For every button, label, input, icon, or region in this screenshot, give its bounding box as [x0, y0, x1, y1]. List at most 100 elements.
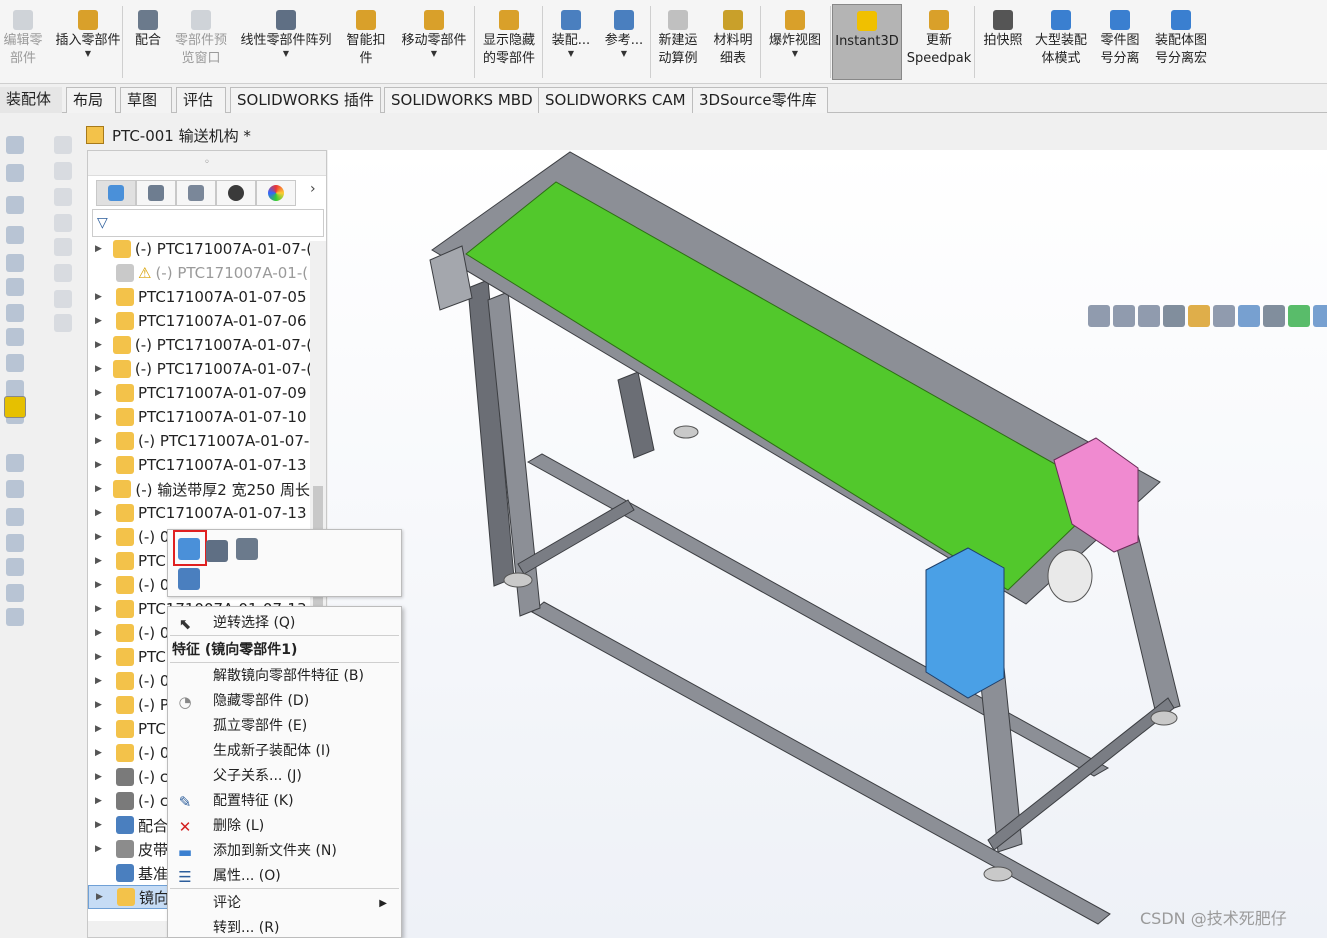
expand-arrow-icon[interactable]: ▶ — [95, 796, 105, 806]
hide-show-icon[interactable] — [1263, 305, 1285, 327]
motor-box[interactable] — [925, 547, 1005, 699]
ribbon-button-4[interactable]: 线性零部件阵列 ▼ — [236, 4, 336, 80]
expand-arrow-icon[interactable]: ▶ — [95, 388, 105, 398]
tree-row[interactable]: ▶ (-) PTC171007A-01-07-( — [88, 237, 310, 261]
expand-arrow-icon[interactable]: ▶ — [95, 508, 105, 518]
context-menu-item[interactable]: 评论 ▶ — [168, 891, 401, 916]
chevron-down-icon[interactable]: ▼ — [568, 50, 574, 58]
foot-3[interactable] — [983, 866, 1013, 882]
left-tool-icon-17[interactable] — [54, 290, 72, 308]
left-tool-icon-1[interactable] — [6, 164, 24, 182]
left-tool-icon-24[interactable] — [6, 584, 24, 602]
context-menu-item[interactable]: 转到... (R) — [168, 916, 401, 938]
mate-clip-icon[interactable] — [236, 538, 258, 560]
panel-grip[interactable]: ◦ — [88, 151, 326, 176]
display-style-icon[interactable] — [1238, 305, 1260, 327]
expand-arrow-icon[interactable]: ▶ — [95, 820, 105, 830]
edit-appearance-icon[interactable] — [1288, 305, 1310, 327]
left-tool-icon-12[interactable] — [54, 162, 72, 180]
context-menu-item[interactable]: ✎ 配置特征 (K) — [168, 789, 401, 814]
expand-arrow-icon[interactable]: ▶ — [95, 292, 105, 302]
context-menu-item[interactable]: ✕ 删除 (L) — [168, 814, 401, 839]
expand-arrow-icon[interactable]: ▶ — [95, 604, 105, 614]
tab-1[interactable]: 布局 — [66, 87, 116, 113]
zoom-area-icon[interactable] — [1113, 305, 1135, 327]
ribbon-button-13[interactable]: Instant3D — [832, 4, 902, 80]
foot-4[interactable] — [1150, 710, 1178, 726]
lower-rail-front[interactable] — [531, 601, 1111, 925]
conveyor-model[interactable] — [328, 150, 1327, 938]
tree-row[interactable]: ▶ PTC171007A-01-07-09 — [88, 381, 310, 405]
ribbon-button-7[interactable]: 显示隐藏 的零部件 — [476, 4, 542, 80]
ribbon-button-15[interactable]: 拍快照 — [978, 4, 1028, 80]
panel-more-chevron-icon[interactable]: › — [310, 181, 316, 197]
context-menu-item[interactable]: ⬉ 逆转选择 (Q) — [168, 611, 401, 636]
expand-arrow-icon[interactable]: ▶ — [95, 364, 102, 374]
ribbon-button-16[interactable]: 大型装配 体模式 — [1030, 4, 1092, 80]
foot-2[interactable] — [673, 425, 699, 439]
tree-row[interactable]: ▶ PTC171007A-01-07-13 — [88, 501, 310, 525]
left-tool-icon-13[interactable] — [54, 188, 72, 206]
left-tool-icon-18[interactable] — [54, 314, 72, 332]
ribbon-button-0[interactable]: 编辑零 部件 — [0, 4, 46, 80]
context-menu-item[interactable]: ▬ 添加到新文件夹 (N) — [168, 839, 401, 864]
ribbon-button-9[interactable]: 参考... ▼ — [600, 4, 648, 80]
ribbon-button-5[interactable]: 智能扣 件 — [340, 4, 392, 80]
tab-3[interactable]: 评估 — [176, 87, 226, 113]
ribbon-button-6[interactable]: 移动零部件 ▼ — [394, 4, 474, 80]
tab-6[interactable]: SOLIDWORKS CAM — [538, 87, 693, 113]
expand-arrow-icon[interactable]: ▶ — [95, 844, 105, 854]
graphics-viewport[interactable] — [328, 150, 1327, 938]
left-tool-icon-0[interactable] — [6, 136, 24, 154]
left-tool-icon-21[interactable] — [6, 508, 24, 526]
left-tool-icon-20[interactable] — [6, 480, 24, 498]
tab-5[interactable]: SOLIDWORKS MBD — [384, 87, 540, 113]
context-menu-item[interactable]: 生成新子装配体 (I) — [168, 739, 401, 764]
expand-arrow-icon[interactable]: ▶ — [95, 340, 102, 350]
expand-arrow-icon[interactable]: ▶ — [95, 436, 105, 446]
expand-arrow-icon[interactable]: ▶ — [95, 484, 102, 494]
tab-feature-manager[interactable] — [96, 180, 136, 206]
section-view-icon[interactable] — [1163, 305, 1185, 327]
expand-arrow-icon[interactable]: ▶ — [95, 580, 105, 590]
tab-display-manager[interactable] — [256, 180, 296, 206]
chevron-down-icon[interactable]: ▼ — [431, 50, 437, 58]
frame-leg-back-mid[interactable] — [617, 371, 655, 459]
dynamic-annotation-icon[interactable] — [1188, 305, 1210, 327]
rebuild-order-icon[interactable] — [206, 540, 228, 562]
ribbon-button-18[interactable]: 装配体图 号分离宏 — [1148, 4, 1214, 80]
tab-dimxpert-manager[interactable] — [216, 180, 256, 206]
left-tool-icon-6[interactable] — [6, 304, 24, 322]
instant3d-side-icon[interactable] — [4, 396, 26, 418]
left-tool-icon-3[interactable] — [6, 226, 24, 244]
tab-property-manager[interactable] — [136, 180, 176, 206]
expand-arrow-icon[interactable]: ▶ — [95, 772, 105, 782]
expand-arrow-icon[interactable]: ▶ — [95, 532, 105, 542]
ribbon-button-11[interactable]: 材料明 细表 — [706, 4, 760, 80]
expand-arrow-icon[interactable]: ▶ — [95, 724, 105, 734]
tree-row[interactable]: ⚠ (-) PTC171007A-01-( — [88, 261, 310, 285]
context-menu-item[interactable]: 解散镜向零部件特征 (B) — [168, 664, 401, 689]
conveyor-belt[interactable] — [465, 181, 1109, 591]
ribbon-button-12[interactable]: 爆炸视图 ▼ — [762, 4, 828, 80]
expand-arrow-icon[interactable]: ▶ — [95, 628, 105, 638]
ribbon-button-17[interactable]: 零件图 号分离 — [1094, 4, 1146, 80]
cross-beam-left[interactable] — [517, 499, 635, 575]
tree-row[interactable]: ▶ PTC171007A-01-07-05 — [88, 285, 310, 309]
expand-arrow-icon[interactable]: ▶ — [95, 748, 105, 758]
left-tool-icon-15[interactable] — [54, 238, 72, 256]
left-tool-icon-22[interactable] — [6, 534, 24, 552]
ribbon-button-10[interactable]: 新建运 动算例 — [652, 4, 704, 80]
chevron-down-icon[interactable]: ▼ — [792, 50, 798, 58]
tree-row[interactable]: ▶ (-) PTC171007A-01-07-( — [88, 357, 310, 381]
expand-arrow-icon[interactable]: ▶ — [95, 556, 105, 566]
tree-filter[interactable]: ▽ — [92, 209, 324, 237]
left-tool-icon-5[interactable] — [6, 278, 24, 296]
tab-7[interactable]: 3DSource零件库 — [692, 87, 828, 113]
tab-4[interactable]: SOLIDWORKS 插件 — [230, 87, 381, 113]
expand-arrow-icon[interactable]: ▶ — [95, 244, 102, 254]
expand-arrow-icon[interactable]: ▶ — [95, 700, 105, 710]
expand-arrow-icon[interactable]: ▶ — [95, 412, 105, 422]
left-tool-icon-7[interactable] — [6, 328, 24, 346]
left-tool-icon-16[interactable] — [54, 264, 72, 282]
